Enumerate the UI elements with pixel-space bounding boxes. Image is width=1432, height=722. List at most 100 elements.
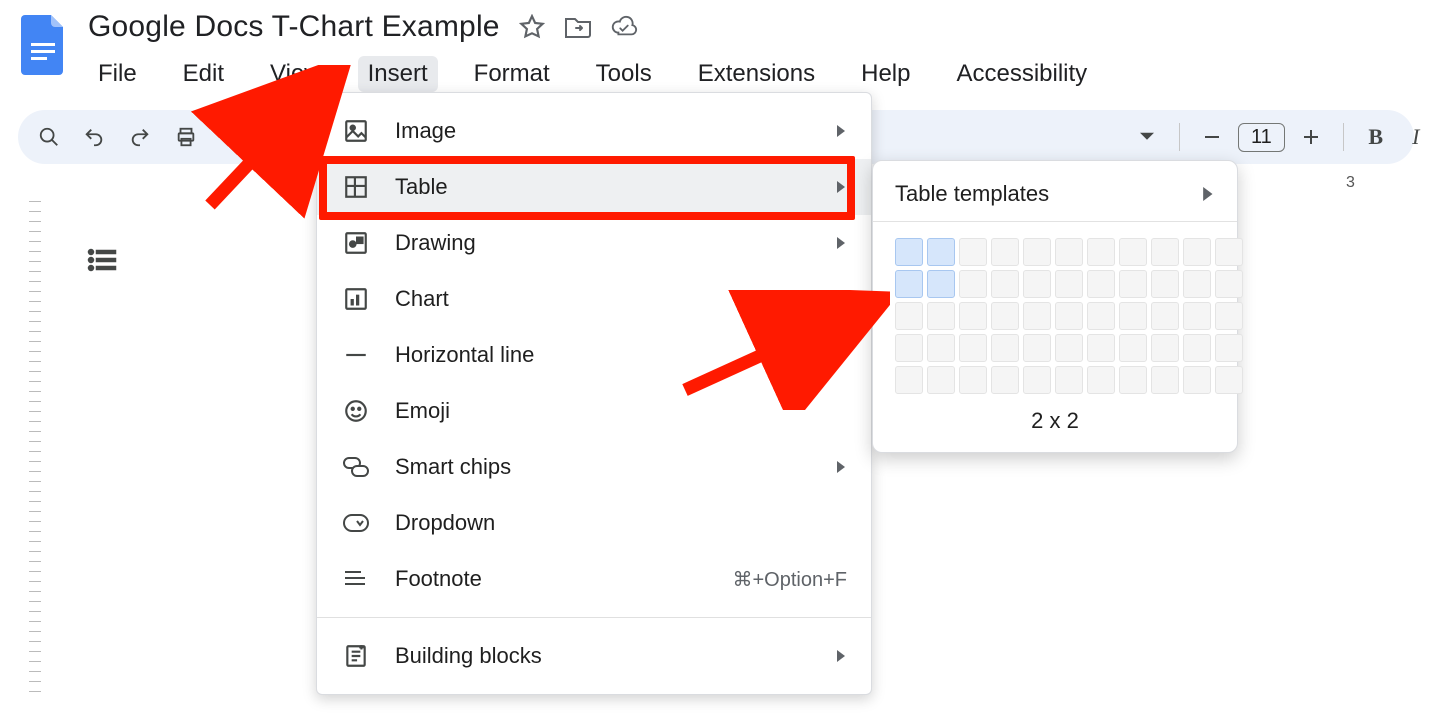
table-grid-cell[interactable]: [991, 238, 1019, 266]
table-grid-cell[interactable]: [895, 334, 923, 362]
table-grid-cell[interactable]: [1151, 238, 1179, 266]
table-grid-cell[interactable]: [1119, 270, 1147, 298]
table-grid-cell[interactable]: [1119, 334, 1147, 362]
menu-item-dropdown[interactable]: Dropdown: [317, 495, 871, 551]
print-icon[interactable]: [174, 123, 198, 151]
menu-item-file[interactable]: File: [88, 56, 147, 92]
redo-icon[interactable]: [128, 123, 152, 151]
drawing-icon: [341, 228, 371, 258]
styles-dropdown-icon[interactable]: [1133, 123, 1161, 151]
table-grid-cell[interactable]: [1087, 270, 1115, 298]
table-grid-cell[interactable]: [1055, 334, 1083, 362]
font-size-input[interactable]: 11: [1238, 123, 1285, 152]
table-grid-cell[interactable]: [927, 270, 955, 298]
cloud-status-icon[interactable]: [610, 13, 638, 41]
table-grid-cell[interactable]: [927, 366, 955, 394]
menu-item-horizontal-line[interactable]: Horizontal line: [317, 327, 871, 383]
docs-logo[interactable]: [18, 10, 70, 80]
menu-item-edit[interactable]: Edit: [173, 56, 234, 92]
menu-item-label: Dropdown: [395, 510, 495, 536]
table-grid-cell[interactable]: [959, 366, 987, 394]
table-grid-cell[interactable]: [1023, 270, 1051, 298]
table-grid-cell[interactable]: [959, 238, 987, 266]
menu-item-view[interactable]: View: [260, 56, 332, 92]
table-grid-cell[interactable]: [927, 238, 955, 266]
undo-icon[interactable]: [82, 123, 106, 151]
table-grid-cell[interactable]: [1151, 302, 1179, 330]
table-grid-cell[interactable]: [991, 270, 1019, 298]
table-grid-cell[interactable]: [1055, 366, 1083, 394]
table-grid-cell[interactable]: [1215, 334, 1243, 362]
menu-item-insert[interactable]: Insert: [358, 56, 438, 92]
table-grid-cell[interactable]: [1087, 366, 1115, 394]
outline-toggle-icon[interactable]: [82, 240, 122, 280]
table-grid-cell[interactable]: [1087, 334, 1115, 362]
table-grid-cell[interactable]: [927, 334, 955, 362]
menu-item-footnote[interactable]: Footnote⌘+Option+F: [317, 551, 871, 607]
search-icon[interactable]: [38, 123, 60, 151]
table-grid-cell[interactable]: [1119, 238, 1147, 266]
font-size-increase-icon[interactable]: [1297, 123, 1325, 151]
table-grid-cell[interactable]: [1183, 334, 1211, 362]
table-grid-cell[interactable]: [895, 366, 923, 394]
table-grid-cell[interactable]: [1055, 238, 1083, 266]
table-grid-cell[interactable]: [1183, 270, 1211, 298]
table-grid-cell[interactable]: [927, 302, 955, 330]
menu-item-table[interactable]: Table: [317, 159, 871, 215]
table-grid-cell[interactable]: [959, 334, 987, 362]
table-grid-cell[interactable]: [1183, 366, 1211, 394]
table-grid-cell[interactable]: [959, 270, 987, 298]
table-grid-cell[interactable]: [1215, 270, 1243, 298]
submenu-arrow-icon: [837, 461, 847, 473]
table-grid-cell[interactable]: [991, 334, 1019, 362]
spellcheck-icon[interactable]: [220, 123, 246, 151]
table-grid-cell[interactable]: [1119, 366, 1147, 394]
table-grid-cell[interactable]: [895, 302, 923, 330]
table-grid-cell[interactable]: [1183, 302, 1211, 330]
menu-separator: [317, 617, 871, 618]
menu-item-chart[interactable]: Chart: [317, 271, 871, 327]
table-grid-cell[interactable]: [895, 238, 923, 266]
menu-item-extensions[interactable]: Extensions: [688, 56, 825, 92]
table-grid-cell[interactable]: [1151, 270, 1179, 298]
menu-item-help[interactable]: Help: [851, 56, 920, 92]
submenu-arrow-icon: [837, 650, 847, 662]
menu-item-building-blocks[interactable]: Building blocks: [317, 628, 871, 684]
table-grid-cell[interactable]: [1215, 238, 1243, 266]
table-grid-cell[interactable]: [1023, 238, 1051, 266]
menu-item-image[interactable]: Image: [317, 103, 871, 159]
table-grid-cell[interactable]: [1055, 270, 1083, 298]
menu-item-smart-chips[interactable]: Smart chips: [317, 439, 871, 495]
table-grid-cell[interactable]: [1055, 302, 1083, 330]
table-grid-cell[interactable]: [1119, 302, 1147, 330]
menu-item-emoji[interactable]: Emoji: [317, 383, 871, 439]
bold-button[interactable]: B: [1362, 123, 1390, 151]
submenu-arrow-icon: [837, 237, 847, 249]
table-grid-cell[interactable]: [991, 302, 1019, 330]
table-grid-cell[interactable]: [1151, 334, 1179, 362]
table-grid-cell[interactable]: [1023, 334, 1051, 362]
table-size-grid[interactable]: [873, 238, 1237, 394]
table-grid-cell[interactable]: [895, 270, 923, 298]
italic-button[interactable]: I: [1402, 123, 1430, 151]
table-grid-cell[interactable]: [1087, 238, 1115, 266]
table-grid-cell[interactable]: [991, 366, 1019, 394]
table-grid-cell[interactable]: [959, 302, 987, 330]
table-grid-cell[interactable]: [1215, 302, 1243, 330]
table-grid-cell[interactable]: [1023, 366, 1051, 394]
menu-item-label: Building blocks: [395, 643, 542, 669]
table-grid-cell[interactable]: [1023, 302, 1051, 330]
menu-item-accessibility[interactable]: Accessibility: [946, 56, 1097, 92]
menu-item-tools[interactable]: Tools: [586, 56, 662, 92]
menu-item-format[interactable]: Format: [464, 56, 560, 92]
star-icon[interactable]: [518, 13, 546, 41]
table-grid-cell[interactable]: [1183, 238, 1211, 266]
menu-item-drawing[interactable]: Drawing: [317, 215, 871, 271]
table-grid-cell[interactable]: [1151, 366, 1179, 394]
table-templates-label[interactable]: Table templates: [895, 181, 1049, 207]
move-folder-icon[interactable]: [564, 13, 592, 41]
table-grid-cell[interactable]: [1087, 302, 1115, 330]
doc-title[interactable]: Google Docs T-Chart Example: [88, 10, 500, 44]
font-size-decrease-icon[interactable]: [1198, 123, 1226, 151]
table-grid-cell[interactable]: [1215, 366, 1243, 394]
